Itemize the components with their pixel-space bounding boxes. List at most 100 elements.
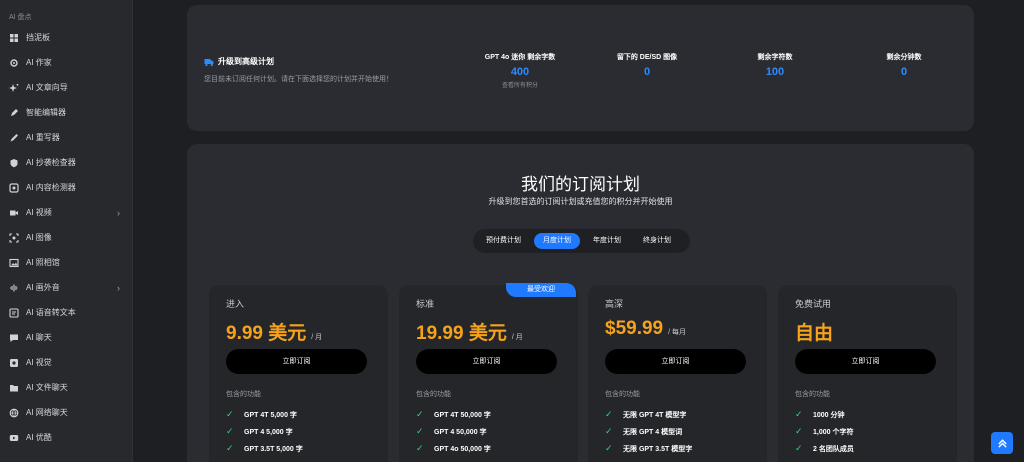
pen-nib-icon bbox=[8, 107, 19, 118]
plan-price-period: / 每月 bbox=[668, 329, 687, 336]
scroll-to-top-button[interactable] bbox=[991, 432, 1013, 454]
sidebar-item[interactable]: AI 画外音 › bbox=[0, 275, 132, 300]
feature-item: ✓ 1000 分钟 bbox=[795, 406, 854, 423]
plan-price-amount: 19.99 美元 bbox=[416, 323, 507, 344]
stat-value: 0 bbox=[643, 66, 651, 78]
stat-label: GPT 4o 迷你 剩余字数 bbox=[484, 54, 556, 61]
features-heading: 包含的功能 bbox=[795, 391, 830, 398]
sidebar-item[interactable]: AI 文章向导 bbox=[0, 75, 132, 100]
sidebar-item[interactable]: AI 照相馆 bbox=[0, 250, 132, 275]
sidebar-item[interactable]: AI 图像 bbox=[0, 225, 132, 250]
plan-price: 自由 bbox=[795, 318, 838, 345]
feature-text: 2 名团队成员 bbox=[813, 445, 854, 453]
folder-chat-icon bbox=[8, 382, 19, 393]
check-icon: ✓ bbox=[795, 443, 803, 453]
feature-text: GPT 4 50,000 字 bbox=[434, 428, 487, 436]
plan-price-amount: $59.99 bbox=[605, 318, 664, 339]
subscribe-button[interactable]: 立即订阅 bbox=[795, 349, 936, 374]
plan-card: 最受欢迎 标准 19.99 美元 / 月立即订阅 包含的功能 ✓ GPT 4T 50,000… bbox=[399, 283, 578, 462]
sidebar-item-label: AI 聊天 bbox=[26, 333, 52, 342]
subscribe-button[interactable]: 立即订阅 bbox=[226, 349, 367, 374]
tab-yearly[interactable]: 年度计划 bbox=[584, 233, 630, 249]
feature-text: 1,000 个字符 bbox=[813, 428, 854, 436]
tab-prepaid[interactable]: 预付费计划 bbox=[477, 233, 530, 249]
plan-card: 高深 $59.99 / 每月 立即订阅 包含的功能 ✓ 无限 GPT 4T 模型字 ✓ 无限 G… bbox=[588, 285, 767, 462]
check-icon: ✓ bbox=[226, 426, 234, 436]
sidebar-item[interactable]: AI 作家 bbox=[0, 50, 132, 75]
stat-value: 400 bbox=[510, 66, 530, 78]
sidebar-item[interactable]: AI 内容检测器 bbox=[0, 175, 132, 200]
sidebar-header: AI 盘点 bbox=[9, 14, 32, 21]
feature-text: 无限 GPT 4T 模型字 bbox=[623, 411, 687, 419]
upgrade-card: 升级到高级计划 您目前未订阅任何计划。请在下面选择您的计划并开始使用！ GPT … bbox=[187, 5, 974, 131]
sidebar-item[interactable]: 智能编辑器 bbox=[0, 100, 132, 125]
check-icon: ✓ bbox=[605, 409, 613, 419]
pencil-icon bbox=[8, 132, 19, 143]
sparkle-icon bbox=[8, 82, 19, 93]
feature-text: GPT 4 5,000 字 bbox=[244, 428, 293, 436]
sidebar-item-label: AI 文章向导 bbox=[26, 83, 68, 92]
feature-list: ✓ GPT 4T 50,000 字 ✓ GPT 4 50,000 字 ✓ GPT 4o 5… bbox=[416, 406, 491, 457]
globe-icon bbox=[8, 407, 19, 418]
sidebar-item[interactable]: AI 语音转文本 bbox=[0, 300, 132, 325]
plan-price: $59.99 / 每月 bbox=[605, 318, 686, 340]
check-icon: ✓ bbox=[226, 443, 234, 453]
view-credits-link[interactable]: 查看所有积分 bbox=[465, 80, 575, 89]
check-icon: ✓ bbox=[416, 443, 424, 453]
sidebar-item[interactable]: 挡泥板 bbox=[0, 25, 132, 50]
sidebar-item-label: AI 重写器 bbox=[26, 133, 60, 142]
sidebar-item-label: AI 视频 bbox=[26, 208, 52, 217]
stat-value: 0 bbox=[900, 66, 908, 78]
subscribe-button[interactable]: 立即订阅 bbox=[416, 349, 557, 374]
sidebar-item-label: 挡泥板 bbox=[26, 33, 50, 42]
stat-label: 剩余字符数 bbox=[757, 54, 793, 61]
sidebar-item-label: AI 抄袭检查器 bbox=[26, 158, 76, 167]
sidebar-item-label: AI 画外音 bbox=[26, 283, 60, 292]
sidebar-item[interactable]: AI 聊天 bbox=[0, 325, 132, 350]
subscribe-button[interactable]: 立即订阅 bbox=[605, 349, 746, 374]
plan-price-period: / 月 bbox=[311, 334, 323, 341]
sidebar-item-label: AI 内容检测器 bbox=[26, 183, 76, 192]
tab-lifetime[interactable]: 终身计划 bbox=[634, 233, 680, 249]
check-icon: ✓ bbox=[416, 409, 424, 419]
popular-badge: 最受欢迎 bbox=[506, 283, 576, 297]
plans-subtitle: 升级到您首选的订阅计划或充值您的积分并开始使用 bbox=[488, 197, 673, 206]
shield-icon bbox=[8, 157, 19, 168]
sidebar-item-label: AI 视觉 bbox=[26, 358, 52, 367]
plan-price: 9.99 美元 / 月 bbox=[226, 318, 322, 345]
sidebar-item-label: AI 优酷 bbox=[26, 433, 52, 442]
tab-monthly[interactable]: 月度计划 bbox=[534, 233, 580, 249]
sidebar-item[interactable]: AI 优酷 bbox=[0, 425, 132, 450]
sidebar: AI 盘点 挡泥板 AI 作家 AI 文章向导智能编辑器 AI 重写器 AI 抄袭检查器… bbox=[0, 0, 133, 462]
sidebar-item[interactable]: AI 文件聊天 bbox=[0, 375, 132, 400]
sidebar-item[interactable]: AI 视觉 bbox=[0, 350, 132, 375]
truck-icon bbox=[204, 57, 214, 67]
check-icon: ✓ bbox=[795, 426, 803, 436]
sidebar-item-label: AI 文件聊天 bbox=[26, 383, 68, 392]
sidebar-item[interactable]: AI 视频 › bbox=[0, 200, 132, 225]
audio-wave-icon bbox=[8, 282, 19, 293]
feature-list: ✓ GPT 4T 5,000 字 ✓ GPT 4 5,000 字 ✓ GPT 3.5T 5… bbox=[226, 406, 303, 457]
double-chevron-up-icon bbox=[997, 438, 1007, 448]
sidebar-item[interactable]: AI 重写器 bbox=[0, 125, 132, 150]
sidebar-item-label: AI 语音转文本 bbox=[26, 308, 76, 317]
speech-text-icon bbox=[8, 307, 19, 318]
feature-text: 无限 GPT 3.5T 模型字 bbox=[623, 445, 693, 453]
stat-minutes: 剩余分钟数 0 bbox=[849, 52, 959, 78]
stat-images: 留下的 DE/SD 图像 0 bbox=[592, 52, 702, 78]
feature-item: ✓ 无限 GPT 3.5T 模型字 bbox=[605, 440, 692, 457]
check-icon: ✓ bbox=[416, 426, 424, 436]
feature-text: GPT 4o 50,000 字 bbox=[434, 445, 491, 453]
stat-value: 100 bbox=[765, 66, 785, 78]
sidebar-item-label: AI 网络聊天 bbox=[26, 408, 68, 417]
sidebar-item[interactable]: AI 网络聊天 bbox=[0, 400, 132, 425]
sidebar-item[interactable]: AI 抄袭检查器 bbox=[0, 150, 132, 175]
chevron-right-icon: › bbox=[117, 208, 120, 218]
plan-name: 进入 bbox=[226, 299, 245, 309]
main-content: 升级到高级计划 您目前未订阅任何计划。请在下面选择您的计划并开始使用！ GPT … bbox=[133, 0, 1024, 462]
plan-price: 19.99 美元 / 月 bbox=[416, 318, 523, 345]
plan-name: 高深 bbox=[605, 299, 624, 309]
stat-words: GPT 4o 迷你 剩余字数 400 查看所有积分 bbox=[465, 52, 575, 89]
feature-list: ✓ 无限 GPT 4T 模型字 ✓ 无限 GPT 4 模型词 ✓ 无限 GPT 3.5T … bbox=[605, 406, 692, 457]
feature-item: ✓ GPT 4 50,000 字 bbox=[416, 423, 491, 440]
